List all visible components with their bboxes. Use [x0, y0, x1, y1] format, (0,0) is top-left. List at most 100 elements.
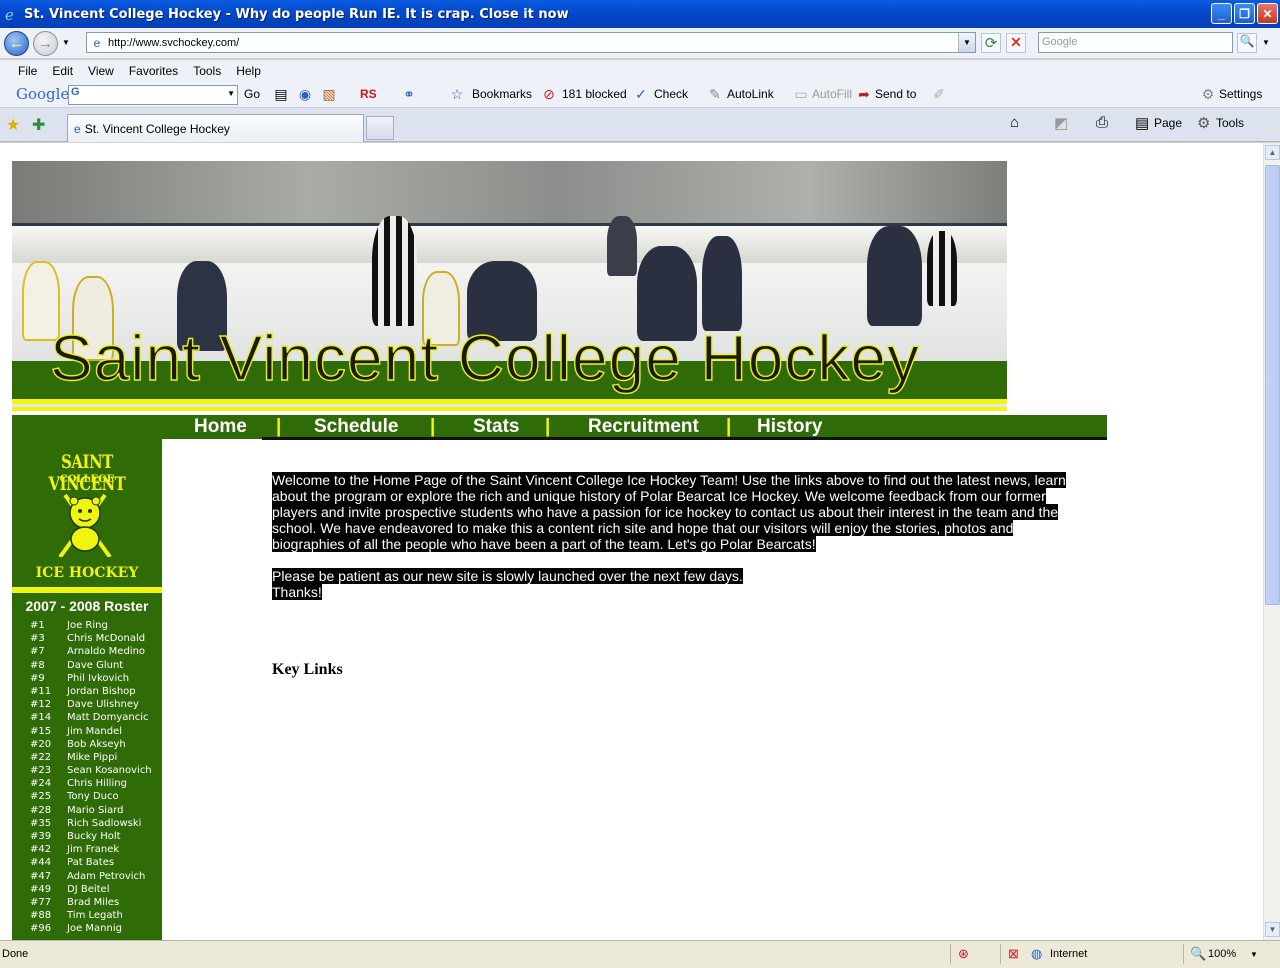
autofill-button[interactable]: AutoFill: [812, 87, 852, 101]
link-icon[interactable]: ⚭: [400, 85, 418, 103]
banner-crowd: [12, 161, 1007, 223]
zoom-level[interactable]: 100%: [1208, 948, 1236, 960]
nav-stats[interactable]: Stats: [473, 416, 519, 438]
roster-number: #24: [30, 778, 52, 790]
print-icon[interactable]: ⎙: [1096, 114, 1108, 131]
close-button[interactable]: ✕: [1257, 3, 1278, 24]
welcome-text: Welcome to the Home Page of the Saint Vi…: [272, 472, 1092, 600]
protected-mode-icon[interactable]: ⊠: [1008, 946, 1019, 962]
roster-row: #88 Tim Legath: [12, 909, 162, 922]
roster-number: #88: [30, 910, 52, 922]
roster-number: #3: [30, 633, 45, 645]
address-dropdown-icon[interactable]: ▼: [958, 33, 975, 52]
minimize-button[interactable]: _: [1211, 3, 1232, 24]
search-input[interactable]: Google: [1038, 32, 1233, 53]
rs-button[interactable]: RS: [360, 87, 377, 101]
back-button[interactable]: ←: [4, 31, 29, 56]
zoom-dropdown-icon[interactable]: ▼: [1250, 950, 1258, 959]
send-to-button[interactable]: Send to: [875, 87, 916, 101]
phishing-filter-icon[interactable]: ⊛: [958, 946, 969, 962]
status-bar: Done ⊛ ⊠ ◍ Internet 🔍 100% ▼: [0, 940, 1280, 968]
roster-player-name: Dave Ulishney: [67, 699, 139, 711]
history-dropdown-icon[interactable]: ▼: [62, 38, 70, 47]
google-search-input[interactable]: G ▼: [68, 85, 238, 105]
scroll-down-icon[interactable]: ▼: [1265, 922, 1280, 937]
roster-row: #35 Rich Sadlowski: [12, 817, 162, 830]
pencil-icon[interactable]: ✐: [930, 85, 948, 103]
title-bar: e St. Vincent College Hockey - Why do pe…: [0, 0, 1280, 28]
nav-separator: |: [726, 416, 732, 437]
scroll-up-icon[interactable]: ▲: [1265, 145, 1280, 160]
nav-separator: |: [276, 416, 282, 437]
roster-list: #1 Joe Ring #3 Chris McDonald #7 Arnaldo Medi…: [12, 619, 162, 936]
menu-tools[interactable]: Tools: [193, 64, 221, 78]
check-button[interactable]: Check: [654, 87, 688, 101]
bookmarks-button[interactable]: Bookmarks: [472, 87, 532, 101]
banner-yellow-line: [12, 407, 1007, 411]
menu-view[interactable]: View: [88, 64, 114, 78]
new-tab-button[interactable]: [366, 116, 394, 140]
autolink-button[interactable]: AutoLink: [727, 87, 774, 101]
roster-player-name: Brad Miles: [67, 896, 120, 908]
refresh-button[interactable]: ⟳: [981, 33, 1001, 53]
home-icon[interactable]: ⌂: [1010, 114, 1019, 131]
roster-number: #39: [30, 831, 52, 842]
favorites-star-icon[interactable]: ★: [6, 115, 20, 135]
tools-menu-button[interactable]: Tools: [1216, 116, 1244, 130]
google-go-button[interactable]: Go: [244, 87, 260, 101]
nav-history[interactable]: History: [757, 416, 822, 438]
forward-button[interactable]: →: [33, 31, 58, 56]
google-dropdown-icon[interactable]: ▼: [227, 89, 235, 98]
roster-number: #23: [30, 765, 52, 777]
nav-separator: |: [430, 416, 436, 437]
roster-number: #35: [30, 817, 52, 829]
maximize-button[interactable]: ❐: [1234, 3, 1255, 24]
roster-number: #22: [30, 751, 52, 763]
roster-row: #11 Jordan Bishop: [12, 685, 162, 698]
spellcheck-icon: ✓: [635, 86, 647, 102]
nav-recruitment[interactable]: Recruitment: [588, 416, 699, 438]
menu-favorites[interactable]: Favorites: [129, 64, 178, 78]
stop-button[interactable]: ✕: [1006, 33, 1026, 53]
scroll-thumb[interactable]: [1265, 165, 1280, 605]
roster-row: #3 Chris McDonald: [12, 632, 162, 645]
address-bar[interactable]: e http://www.svchockey.com/ ▼: [86, 32, 976, 53]
status-divider: [950, 944, 951, 964]
google-g-icon: G: [71, 86, 80, 98]
blocked-count[interactable]: 181 blocked: [562, 87, 627, 101]
roster-row: #12 Dave Ulishney: [12, 698, 162, 711]
search-dropdown-icon[interactable]: ▼: [1262, 38, 1270, 47]
news-icon[interactable]: ▤: [272, 85, 290, 103]
welcome-line: school. We have endeavored to make this …: [272, 520, 1014, 536]
security-zone[interactable]: Internet: [1050, 948, 1087, 960]
player-figure: [702, 236, 742, 331]
feeds-icon[interactable]: ◩: [1054, 114, 1068, 132]
autolink-icon: ✎: [709, 86, 721, 102]
internet-zone-icon: ◍: [1031, 946, 1043, 961]
forward-arrow-icon: →: [38, 35, 53, 52]
roster-player-name: Chris Hilling: [67, 778, 127, 790]
puzzle-icon[interactable]: ▧: [320, 85, 338, 103]
menu-edit[interactable]: Edit: [52, 64, 73, 78]
tab-active[interactable]: e St. Vincent College Hockey: [67, 114, 364, 142]
welcome-line: Welcome to the Home Page of the Saint Vi…: [272, 472, 1066, 488]
nav-schedule[interactable]: Schedule: [314, 416, 398, 438]
add-favorites-icon[interactable]: ✚: [32, 115, 45, 135]
search-icon[interactable]: 🔍: [1237, 33, 1257, 53]
roster-player-name: Jim Mandel: [67, 725, 123, 737]
roster-player-name: Bob Akseyh: [67, 738, 126, 750]
send-to-icon: ➦: [858, 86, 870, 102]
page-menu-button[interactable]: Page: [1154, 116, 1182, 130]
nav-separator: |: [545, 416, 551, 437]
nav-home[interactable]: Home: [194, 416, 247, 438]
menu-help[interactable]: Help: [236, 64, 261, 78]
vertical-scrollbar[interactable]: ▲ ▼: [1263, 143, 1280, 940]
address-url[interactable]: http://www.svchockey.com/: [108, 37, 958, 49]
settings-button[interactable]: Settings: [1219, 87, 1262, 101]
roster-number: #15: [30, 725, 52, 737]
sidebar: SAINT VINCENT COLLEGE ICE HOCKEY 2007 - …: [12, 439, 162, 940]
roster-number: #96: [30, 923, 52, 935]
globe-icon[interactable]: ◉: [296, 85, 314, 103]
menu-file[interactable]: File: [18, 64, 37, 78]
window-title: St. Vincent College Hockey - Why do peop…: [24, 6, 569, 22]
